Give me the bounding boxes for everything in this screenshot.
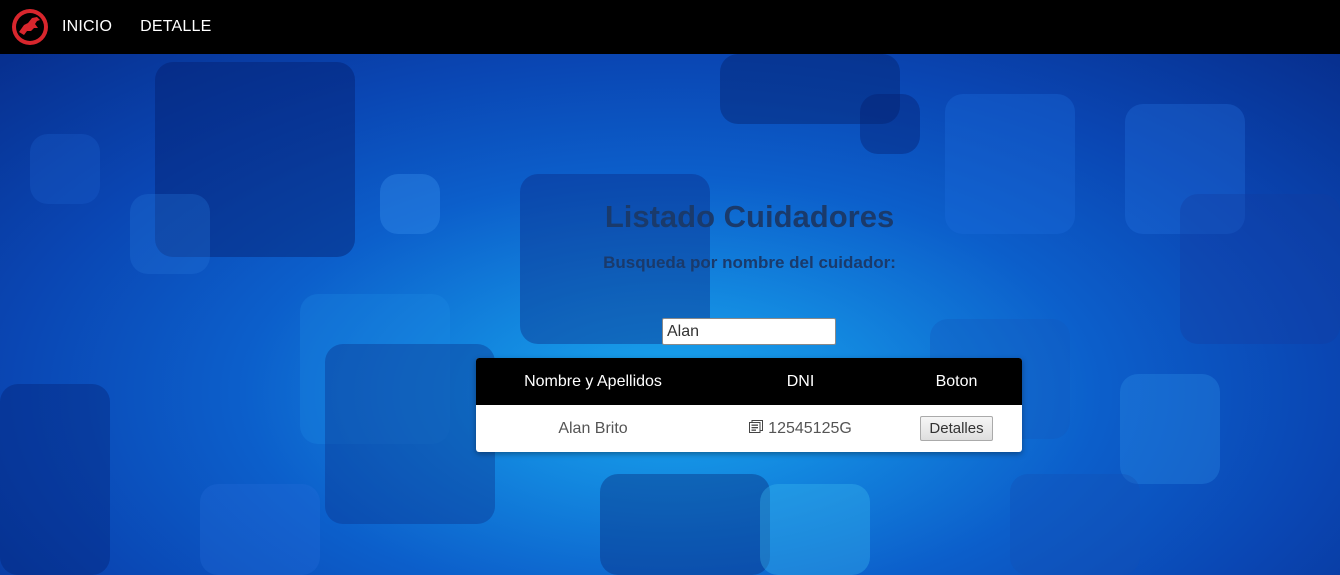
id-card-icon — [749, 419, 764, 438]
caretakers-table: Nombre y Apellidos DNI Boton Alan Brito — [476, 358, 1022, 452]
cell-name: Alan Brito — [558, 419, 628, 437]
table-row: Alan Brito 12545125G Detalles — [476, 405, 1022, 452]
search-input[interactable] — [662, 318, 836, 345]
details-button[interactable]: Detalles — [920, 416, 993, 441]
main-content: Listado Cuidadores Busqueda por nombre d… — [0, 54, 1340, 575]
column-header-name: Nombre y Apellidos — [476, 358, 710, 405]
column-header-button: Boton — [891, 358, 1022, 405]
dni-value: 12545125G — [768, 419, 852, 437]
nav-detalle-link[interactable]: DETALLE — [140, 18, 211, 36]
column-header-dni: DNI — [710, 358, 891, 405]
search-label: Busqueda por nombre del cuidador: — [603, 253, 896, 272]
table-header-row: Nombre y Apellidos DNI Boton — [476, 358, 1022, 405]
page-title: Listado Cuidadores — [604, 199, 895, 234]
nav-inicio-link[interactable]: INICIO — [62, 18, 112, 36]
cell-action: Detalles — [891, 405, 1022, 452]
top-navbar: INICIO DETALLE — [0, 0, 1340, 54]
cell-dni: 12545125G — [710, 405, 891, 452]
dinosaur-logo-icon[interactable] — [11, 8, 49, 46]
